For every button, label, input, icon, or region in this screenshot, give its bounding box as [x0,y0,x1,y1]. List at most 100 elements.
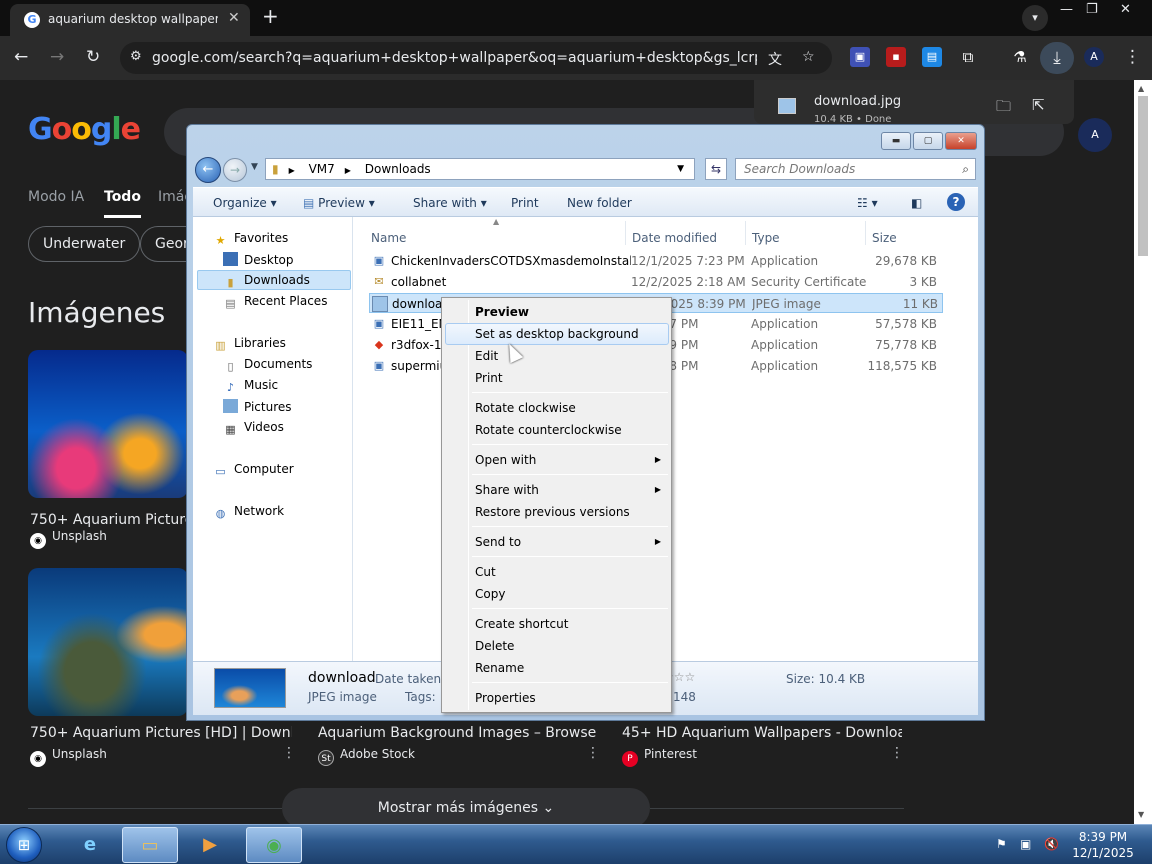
chrome-menu-icon[interactable]: ⋮ [1124,47,1141,67]
nav-videos[interactable]: ▦ Videos [223,420,284,437]
forward-arrow-icon[interactable]: → [50,47,64,67]
change-view-icon[interactable]: ☷ ▾ [857,196,878,210]
column-divider[interactable] [745,221,746,245]
forward-arrow-icon[interactable]: → [223,158,247,182]
internet-explorer-icon[interactable]: e [62,827,118,863]
more-options-icon[interactable]: ⋮ [586,745,600,761]
refresh-icon[interactable]: ⇆ [705,158,727,180]
show-more-images-button[interactable]: Mostrar más imágenes ⌄ [282,788,650,828]
action-center-flag-icon[interactable]: ⚑ [996,837,1007,851]
show-in-folder-icon[interactable]: 🗀 [996,96,1011,121]
open-external-icon[interactable]: ⇱ [1032,96,1045,114]
address-bar[interactable]: ⚙ google.com/search?q=aquarium+desktop+w… [120,42,832,74]
labs-flask-icon[interactable]: ⚗ [1010,47,1030,67]
explorer-search-input[interactable]: Search Downloads ⌕ [735,158,976,180]
windows-explorer-icon[interactable]: ▭ [122,827,178,863]
reload-icon[interactable]: ↻ [86,47,100,67]
media-player-icon[interactable]: ▶ [182,827,238,863]
page-scrollbar[interactable]: ▲ ▼ [1134,80,1152,824]
bookmark-star-icon[interactable]: ☆ [802,49,815,65]
tab-close-icon[interactable]: ✕ [228,10,240,26]
address-dropdown-icon[interactable]: ▼ [677,159,684,179]
share-with-button[interactable]: Share with ▾ [413,196,487,210]
nav-favorites[interactable]: ★ Favorites [213,231,289,248]
result-source[interactable]: ◉ Unsplash [30,529,107,549]
nav-downloads[interactable]: ▮ Downloads [223,273,309,290]
menu-item-print[interactable]: Print [445,367,669,389]
nav-music[interactable]: ♪ Music [223,378,278,395]
result-caption[interactable]: Aquarium Background Images – Browse 8... [318,725,596,741]
menu-item-create-shortcut[interactable]: Create shortcut [445,613,669,635]
network-tray-icon[interactable]: ▣ [1020,837,1031,851]
image-result-thumbnail[interactable] [28,350,188,498]
extension-icon[interactable]: ▤ [922,47,942,67]
column-type[interactable]: Type [752,231,780,245]
menu-item-copy[interactable]: Copy [445,583,669,605]
explorer-address-bar[interactable]: ▮ ▶ VM7 ▶ Downloads ▼ [265,158,695,180]
menu-item-open-with[interactable]: Open with ▶ [445,449,669,471]
result-caption[interactable]: 750+ Aquarium Pictures [HD] | Downloa... [30,725,292,741]
extension-icon[interactable]: ▪ [886,47,906,67]
column-divider[interactable] [865,221,866,245]
print-button[interactable]: Print [511,196,539,210]
nav-documents[interactable]: ▯ Documents [223,357,312,374]
column-name[interactable]: Name [371,231,406,245]
search-icon[interactable]: ⌕ [962,159,969,179]
more-options-icon[interactable]: ⋮ [282,745,296,761]
extension-icon[interactable]: ▣ [850,47,870,67]
back-arrow-icon[interactable]: ← [195,157,221,183]
restore-icon[interactable]: ❐ [1086,2,1098,17]
download-filename[interactable]: download.jpg [814,94,901,109]
site-info-icon[interactable]: ⚙ [130,49,142,64]
volume-muted-icon[interactable]: 🔇 [1044,837,1059,851]
preview-button[interactable]: ▤ Preview ▾ [303,196,375,210]
nav-recent-places[interactable]: ▤ Recent Places [223,294,327,311]
scrollbar-thumb[interactable] [1138,96,1148,256]
preview-pane-icon[interactable]: ◧ [911,196,922,210]
google-account-avatar[interactable]: A [1078,118,1112,152]
menu-item-rotate-counterclockwise[interactable]: Rotate counterclockwise [445,419,669,441]
result-source[interactable]: P Pinterest [622,747,697,767]
scroll-down-icon[interactable]: ▼ [1138,810,1144,819]
nav-libraries[interactable]: ▥ Libraries [213,336,286,353]
file-row[interactable]: ✉ collabnet 12/2/2025 2:18 AM Security Cer… [369,272,943,292]
chrome-taskbar-icon[interactable]: ◉ [246,827,302,863]
tab-search-chevron-icon[interactable]: ▾ [1022,5,1048,31]
start-button-icon[interactable]: ⊞ [6,827,42,863]
result-source[interactable]: ◉ Unsplash [30,747,107,767]
profile-avatar[interactable]: A [1084,47,1104,67]
breadcrumb-vm7[interactable]: VM7 [309,162,335,176]
tab-todo[interactable]: Todo [104,189,141,218]
result-caption[interactable]: 45+ HD Aquarium Wallpapers - Download ..… [622,725,902,741]
nav-desktop[interactable]: Desktop [223,252,294,267]
nav-pictures[interactable]: Pictures [223,399,292,414]
result-caption[interactable]: 750+ Aquarium Pictures [ [30,512,186,528]
minimize-icon[interactable]: — [1060,2,1073,17]
menu-item-properties[interactable]: Properties [445,687,669,709]
file-row[interactable]: ▣ ChickenInvadersCOTDSXmasdemoInstaller 1… [369,251,943,271]
column-date-modified[interactable]: Date modified [632,231,717,245]
tab-modo-ia[interactable]: Modo IA [28,189,84,205]
browser-tab[interactable]: G aquarium desktop wallpaper - B ✕ [10,4,250,36]
downloads-icon[interactable]: ⤓ [1040,42,1074,74]
scroll-up-icon[interactable]: ▲ [1138,84,1144,93]
help-icon[interactable]: ? [947,193,965,211]
translate-icon[interactable]: 文 [768,49,782,69]
minimize-icon[interactable]: ▬ [881,132,911,150]
close-window-icon[interactable]: ✕ [1120,2,1131,17]
extensions-puzzle-icon[interactable]: ⧉ [958,47,978,67]
close-icon[interactable]: ✕ [945,132,977,150]
menu-item-restore-previous-versions[interactable]: Restore previous versions [445,501,669,523]
nav-computer[interactable]: ▭ Computer [213,462,293,479]
result-source[interactable]: St Adobe Stock [318,747,415,766]
menu-item-set-desktop-background[interactable]: Set as desktop background [445,323,669,345]
menu-item-cut[interactable]: Cut [445,561,669,583]
menu-item-delete[interactable]: Delete [445,635,669,657]
system-clock[interactable]: 8:39 PM 12/1/2025 [1070,829,1136,861]
menu-item-send-to[interactable]: Send to ▶ [445,531,669,553]
column-size[interactable]: Size [872,231,897,245]
recent-pages-chevron-icon[interactable]: ▼ [251,162,258,172]
menu-item-edit[interactable]: Edit [445,345,669,367]
breadcrumb-downloads[interactable]: Downloads [365,162,431,176]
maximize-icon[interactable]: ▢ [913,132,943,150]
